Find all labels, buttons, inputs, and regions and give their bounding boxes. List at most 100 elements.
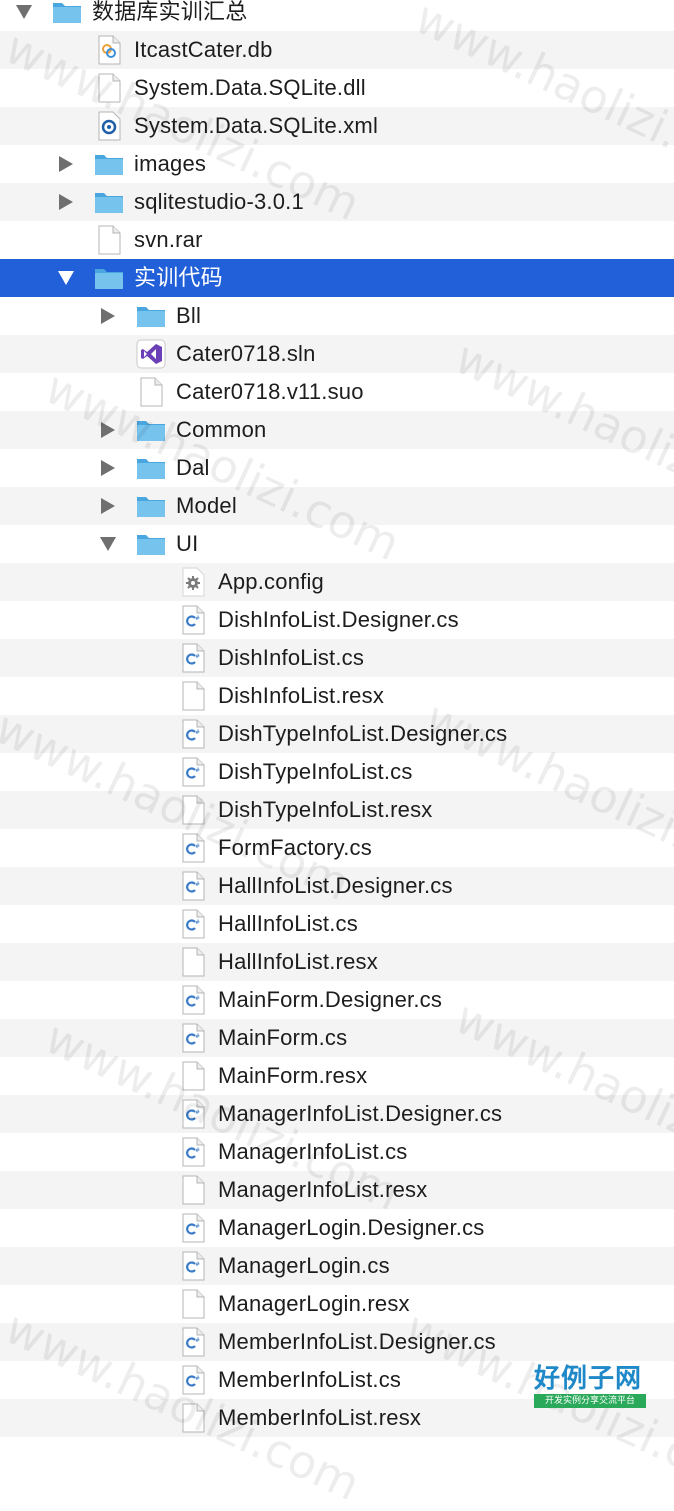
tree-folder-row[interactable]: sqlitestudio-3.0.1 — [0, 183, 674, 221]
tree-item-label: images — [134, 151, 207, 176]
tree-item-label: ManagerLogin.cs — [218, 1253, 390, 1278]
csharp-file-icon: # — [178, 605, 208, 635]
tree-file-row[interactable]: # DishTypeInfoList.Designer.cs — [0, 715, 674, 753]
csharp-file-icon: # — [178, 909, 208, 939]
tree-item-label: Cater0718.sln — [176, 341, 316, 366]
triangle-right-icon — [59, 194, 73, 210]
disclosure-collapsed-icon[interactable] — [96, 449, 120, 487]
tree-item-label: MemberInfoList.Designer.cs — [218, 1329, 496, 1354]
tree-item-label: ItcastCater.db — [134, 37, 273, 62]
document-icon — [178, 1061, 208, 1091]
folder-icon — [52, 0, 82, 27]
tree-item-label: ManagerLogin.Designer.cs — [218, 1215, 485, 1240]
tree-item-label: ManagerInfoList.resx — [218, 1177, 428, 1202]
tree-item-label: DishInfoList.Designer.cs — [218, 607, 459, 632]
tree-file-row[interactable]: DishInfoList.resx — [0, 677, 674, 715]
triangle-right-icon — [101, 498, 115, 514]
tree-item-label: Common — [176, 417, 267, 442]
disclosure-expanded-icon[interactable] — [54, 259, 78, 297]
tree-folder-row[interactable]: 实训代码 — [0, 259, 674, 297]
tree-file-row[interactable]: # ManagerLogin.cs — [0, 1247, 674, 1285]
tree-file-row[interactable]: # ManagerInfoList.Designer.cs — [0, 1095, 674, 1133]
tree-item-label: MainForm.cs — [218, 1025, 348, 1050]
svg-text:#: # — [195, 881, 200, 888]
svg-text:#: # — [195, 1223, 200, 1230]
triangle-right-icon — [59, 156, 73, 172]
folder-icon — [94, 187, 124, 217]
tree-file-row[interactable]: svn.rar — [0, 221, 674, 259]
tree-item-label: ManagerInfoList.cs — [218, 1139, 408, 1164]
svg-text:#: # — [195, 653, 200, 660]
tree-file-row[interactable]: MainForm.resx — [0, 1057, 674, 1095]
disclosure-expanded-icon[interactable] — [12, 0, 36, 31]
disclosure-expanded-icon[interactable] — [96, 525, 120, 563]
tree-folder-row[interactable]: UI — [0, 525, 674, 563]
folder-icon — [136, 301, 166, 331]
config-gear-icon — [178, 567, 208, 597]
tree-file-row[interactable]: ItcastCater.db — [0, 31, 674, 69]
tree-file-row[interactable]: ManagerLogin.resx — [0, 1285, 674, 1323]
tree-item-label: DishInfoList.resx — [218, 683, 385, 708]
tree-file-row[interactable]: # ManagerInfoList.cs — [0, 1133, 674, 1171]
db-file-icon — [94, 35, 124, 65]
tree-file-row[interactable]: # MemberInfoList.Designer.cs — [0, 1323, 674, 1361]
tree-file-row[interactable]: DishTypeInfoList.resx — [0, 791, 674, 829]
tree-folder-row[interactable]: Bll — [0, 297, 674, 335]
visual-studio-icon — [136, 339, 166, 369]
tree-file-row[interactable]: # DishInfoList.cs — [0, 639, 674, 677]
tree-file-row[interactable]: # HallInfoList.Designer.cs — [0, 867, 674, 905]
tree-folder-row[interactable]: images — [0, 145, 674, 183]
svg-text:#: # — [195, 1337, 200, 1344]
tree-file-row[interactable]: # ManagerLogin.Designer.cs — [0, 1209, 674, 1247]
tree-file-row[interactable]: # MainForm.Designer.cs — [0, 981, 674, 1019]
triangle-right-icon — [101, 422, 115, 438]
tree-file-row[interactable]: System.Data.SQLite.dll — [0, 69, 674, 107]
tree-item-label: System.Data.SQLite.xml — [134, 113, 379, 138]
disclosure-collapsed-icon[interactable] — [96, 411, 120, 449]
triangle-down-icon — [58, 271, 74, 285]
tree-file-row[interactable]: Cater0718.v11.suo — [0, 373, 674, 411]
disclosure-collapsed-icon[interactable] — [96, 297, 120, 335]
tree-item-label: MemberInfoList.cs — [218, 1367, 402, 1392]
csharp-file-icon: # — [178, 719, 208, 749]
tree-file-row[interactable]: App.config — [0, 563, 674, 601]
document-icon — [94, 225, 124, 255]
tree-folder-row[interactable]: Common — [0, 411, 674, 449]
tree-file-row[interactable]: # MainForm.cs — [0, 1019, 674, 1057]
tree-item-label: 实训代码 — [134, 265, 223, 290]
tree-folder-row[interactable]: Model — [0, 487, 674, 525]
tree-item-label: MainForm.resx — [218, 1063, 368, 1088]
tree-folder-row[interactable]: 数据库实训汇总 — [0, 0, 674, 31]
tree-file-row[interactable]: # HallInfoList.cs — [0, 905, 674, 943]
tree-file-row[interactable]: # FormFactory.cs — [0, 829, 674, 867]
csharp-file-icon: # — [178, 1023, 208, 1053]
tree-file-row[interactable]: MemberInfoList.resx — [0, 1399, 674, 1437]
tree-folder-row[interactable]: Dal — [0, 449, 674, 487]
csharp-file-icon: # — [178, 1099, 208, 1129]
disclosure-collapsed-icon[interactable] — [54, 145, 78, 183]
tree-file-row[interactable]: Cater0718.sln — [0, 335, 674, 373]
disclosure-collapsed-icon[interactable] — [96, 487, 120, 525]
tree-file-row[interactable]: # MemberInfoList.cs — [0, 1361, 674, 1399]
disclosure-collapsed-icon[interactable] — [54, 183, 78, 221]
tree-file-row[interactable]: HallInfoList.resx — [0, 943, 674, 981]
tree-item-label: Model — [176, 493, 237, 518]
document-icon — [136, 377, 166, 407]
csharp-file-icon: # — [178, 757, 208, 787]
tree-item-label: MemberInfoList.resx — [218, 1405, 422, 1430]
folder-icon — [136, 491, 166, 521]
svg-text:#: # — [195, 729, 200, 736]
tree-file-row[interactable]: System.Data.SQLite.xml — [0, 107, 674, 145]
tree-item-label: ManagerInfoList.Designer.cs — [218, 1101, 503, 1126]
tree-item-label: 数据库实训汇总 — [92, 0, 248, 24]
document-icon — [178, 947, 208, 977]
tree-item-label: HallInfoList.resx — [218, 949, 378, 974]
tree-item-label: Cater0718.v11.suo — [176, 379, 364, 404]
tree-file-row[interactable]: # DishInfoList.Designer.cs — [0, 601, 674, 639]
tree-item-label: Bll — [176, 303, 202, 328]
tree-file-row[interactable]: # DishTypeInfoList.cs — [0, 753, 674, 791]
tree-file-row[interactable]: ManagerInfoList.resx — [0, 1171, 674, 1209]
csharp-file-icon: # — [178, 985, 208, 1015]
tree-item-label: HallInfoList.cs — [218, 911, 358, 936]
tree-item-label: MainForm.Designer.cs — [218, 987, 443, 1012]
